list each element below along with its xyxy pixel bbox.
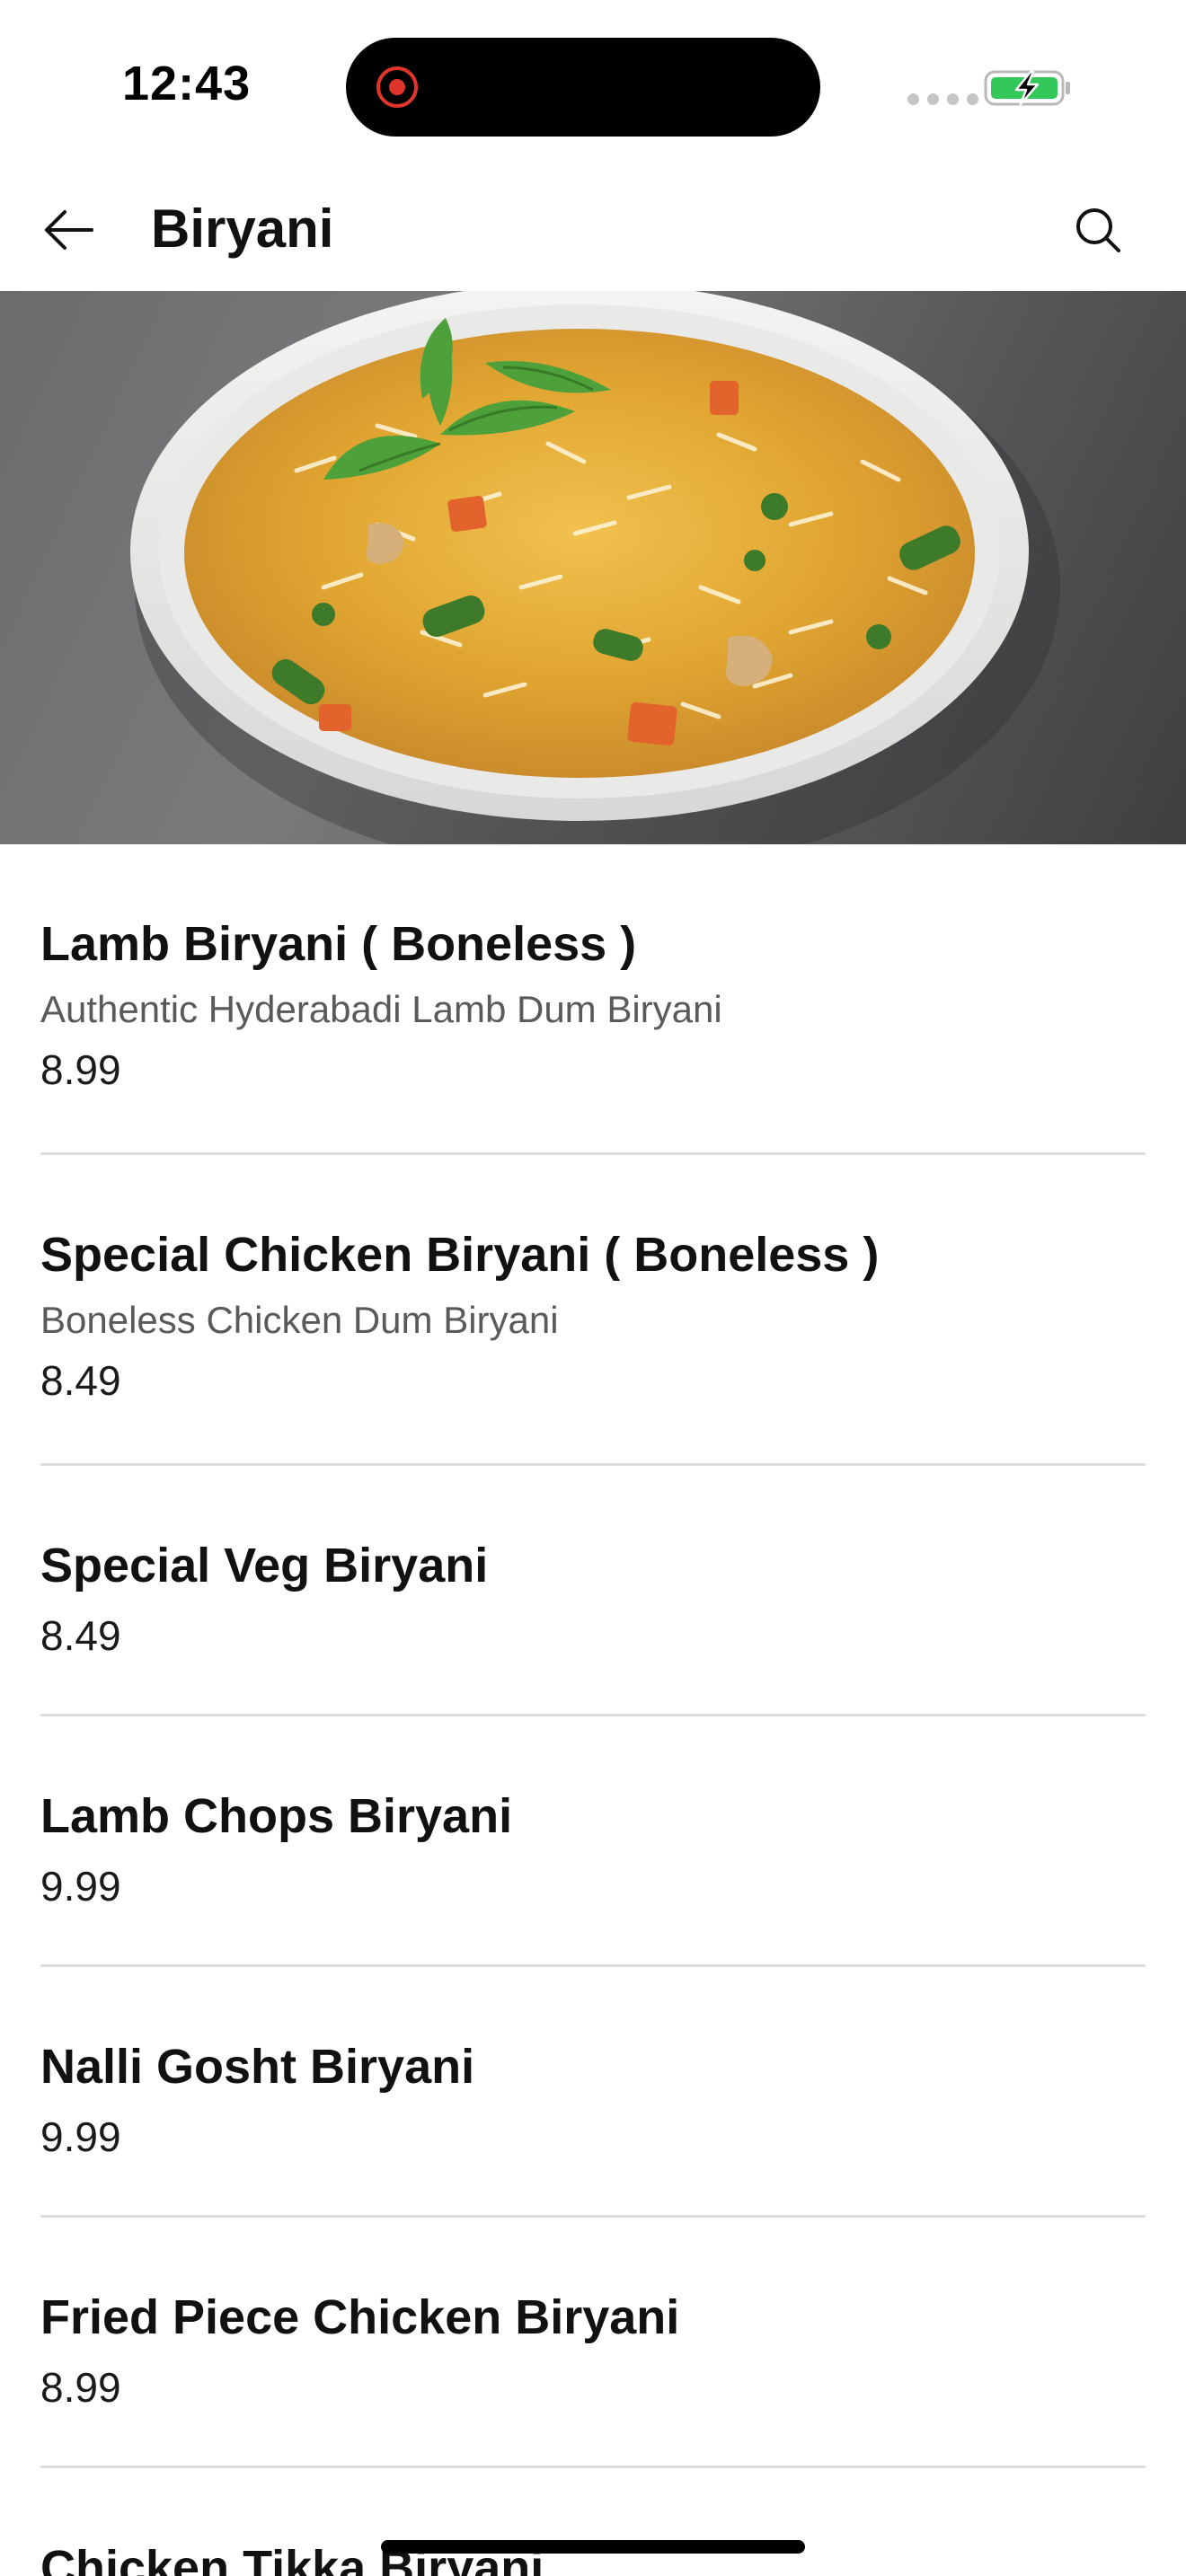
search-icon <box>1076 208 1120 252</box>
app-header: Biryani <box>0 171 1186 291</box>
home-indicator <box>381 2540 805 2554</box>
arrow-left-icon <box>45 210 93 250</box>
dynamic-island <box>346 38 820 137</box>
status-bar: 12:43 <box>0 0 1186 171</box>
item-price: 8.99 <box>40 2364 121 2411</box>
item-price: 8.49 <box>40 1357 121 1404</box>
item-price: 8.49 <box>40 1612 121 1659</box>
status-time: 12:43 <box>122 57 252 110</box>
item-price: 9.99 <box>40 1863 121 1910</box>
menu-item[interactable]: Lamb Biryani ( Boneless ) Authentic Hyde… <box>40 844 1146 1155</box>
menu-item[interactable]: Special Chicken Biryani ( Boneless ) Bon… <box>40 1155 1146 1466</box>
item-name: Special Veg Biryani <box>40 1539 489 1592</box>
item-name: Nalli Gosht Biryani <box>40 2040 475 2094</box>
item-name: Fried Piece Chicken Biryani <box>40 2290 680 2344</box>
back-button[interactable] <box>32 194 104 266</box>
menu-item[interactable]: Fried Piece Chicken Biryani 8.99 <box>40 2218 1146 2468</box>
menu-item[interactable]: Nalli Gosht Biryani 9.99 <box>40 1967 1146 2218</box>
item-name: Lamb Biryani ( Boneless ) <box>40 917 637 971</box>
hero-image <box>0 291 1186 844</box>
item-price: 9.99 <box>40 2113 121 2160</box>
item-description: Boneless Chicken Dum Biryani <box>40 1299 559 1341</box>
cellular-signal-icon <box>907 93 978 105</box>
search-button[interactable] <box>1062 194 1134 266</box>
menu-list: Lamb Biryani ( Boneless ) Authentic Hyde… <box>0 844 1186 2576</box>
menu-item[interactable]: Special Veg Biryani 8.49 <box>40 1466 1146 1716</box>
screen: 12:43 Biryani Lamb Biryani (Boneless) … <box>0 0 1186 2576</box>
item-name: Lamb Chops Biryani <box>40 1789 513 1843</box>
item-name: Special Chicken Biryani ( Boneless ) <box>40 1228 880 1282</box>
menu-item[interactable]: Lamb Chops Biryani 9.99 <box>40 1716 1146 1967</box>
item-price: 8.99 <box>40 1046 121 1093</box>
menu-item[interactable]: Chicken Tikka Biryani <box>40 2468 1146 2576</box>
item-description: Authentic Hyderabadi Lamb Dum Biryani <box>40 988 722 1030</box>
recording-icon <box>376 66 418 108</box>
page-title: Biryani <box>151 198 334 259</box>
biryani-bowl-photo <box>130 291 1060 844</box>
battery-charging-icon <box>984 70 1070 106</box>
